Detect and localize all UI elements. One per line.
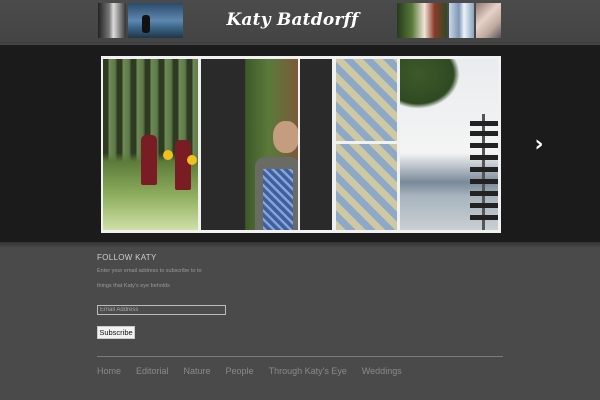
- groom-head: [273, 121, 298, 153]
- sign-board: [470, 143, 498, 148]
- checkered-wall-photo: [336, 144, 397, 230]
- building-photo-icon[interactable]: [449, 3, 474, 38]
- nav-item-through-katys-eye[interactable]: Through Katy's Eye: [269, 366, 347, 378]
- dark-panel: [300, 59, 332, 230]
- beach-couple-photo-icon[interactable]: [128, 3, 183, 38]
- footer-nav: Home Editorial Nature People Through Kat…: [97, 366, 417, 378]
- nav-item-home[interactable]: Home: [97, 366, 121, 378]
- bridesmaid-figure: [141, 135, 157, 185]
- groom-shirt: [263, 169, 293, 230]
- nav-divider: [97, 356, 503, 357]
- checkered-wall-photo: [336, 59, 397, 141]
- sign-board: [470, 215, 498, 220]
- bouquet: [163, 150, 173, 160]
- sign-board: [470, 179, 498, 184]
- follow-description: Enter your email address to subscribe to…: [97, 268, 202, 274]
- sign-board: [470, 191, 498, 196]
- nav-item-weddings[interactable]: Weddings: [362, 366, 402, 378]
- sign-board: [470, 203, 498, 208]
- nav-item-editorial[interactable]: Editorial: [136, 366, 169, 378]
- site-logo[interactable]: Katy Batdorff Photography: [190, 5, 395, 60]
- slider-bottom-shadow: [0, 242, 600, 248]
- bride-photo-icon[interactable]: [476, 3, 501, 38]
- sign-board: [470, 155, 498, 160]
- signpost-photo: [400, 59, 498, 230]
- email-field[interactable]: [97, 305, 226, 315]
- site-header: Katy Batdorff Photography: [0, 0, 600, 60]
- sign-board: [470, 167, 498, 172]
- photo-slider: ›: [0, 45, 600, 242]
- follow-description: things that Katy's eye beholds: [97, 283, 170, 289]
- forest-bridesmaids-photo: [103, 59, 198, 230]
- doorway-photo-icon[interactable]: [98, 3, 126, 38]
- nav-item-nature[interactable]: Nature: [184, 366, 211, 378]
- next-slide-arrow-icon[interactable]: ›: [530, 133, 548, 157]
- nav-item-people[interactable]: People: [226, 366, 254, 378]
- bouquet: [187, 155, 197, 165]
- sign-board: [470, 121, 498, 126]
- bridesmaid-figure: [175, 140, 191, 190]
- sign-board: [470, 131, 498, 136]
- follow-title: FOLLOW KATY: [97, 253, 157, 262]
- groom-photo: [201, 59, 298, 230]
- slide-frame[interactable]: [101, 56, 501, 233]
- subscribe-button[interactable]: Subscribe: [97, 326, 135, 339]
- couple-portrait-photo-icon[interactable]: [397, 3, 447, 38]
- tree: [400, 59, 460, 109]
